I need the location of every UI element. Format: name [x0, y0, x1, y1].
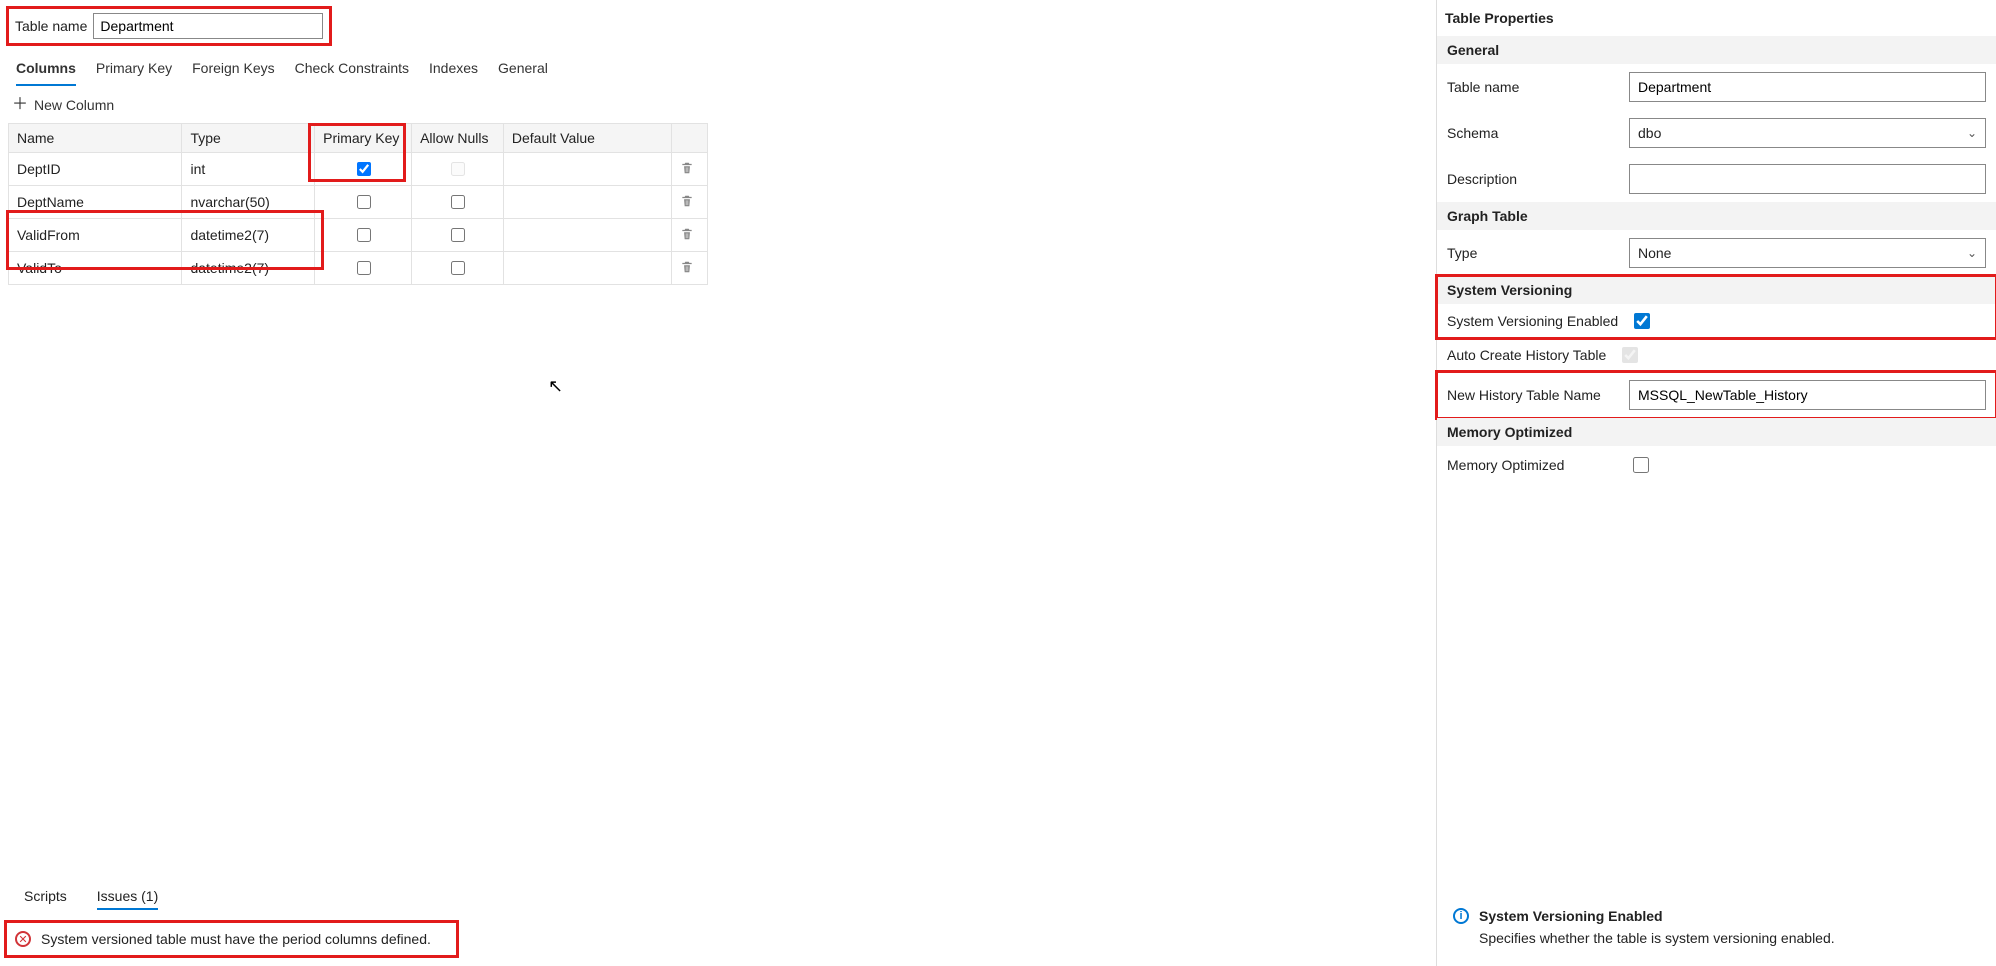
new-column-label: New Column: [34, 97, 114, 113]
prop-select-graph-type[interactable]: None ⌄: [1629, 238, 1986, 268]
cell-pk-checkbox[interactable]: [357, 261, 371, 275]
cell-nulls-checkbox: [451, 162, 465, 176]
prop-select-schema-value: dbo: [1638, 125, 1661, 141]
issue-text: System versioned table must have the per…: [41, 931, 431, 947]
prop-select-graph-type-value: None: [1638, 245, 1671, 261]
delete-row-button[interactable]: [680, 195, 694, 211]
cell-name[interactable]: DeptName: [9, 186, 182, 219]
table-row[interactable]: ValidFromdatetime2(7): [9, 219, 708, 252]
delete-row-button[interactable]: [680, 261, 694, 277]
grid-header-default[interactable]: Default Value: [503, 124, 671, 153]
cell-nulls-checkbox[interactable]: [451, 195, 465, 209]
section-system-versioning: System Versioning: [1437, 276, 1996, 304]
error-icon: ✕: [15, 931, 31, 947]
grid-header-type[interactable]: Type: [182, 124, 315, 153]
section-graph-table: Graph Table: [1437, 202, 1996, 230]
chevron-down-icon: ⌄: [1967, 246, 1977, 260]
designer-tabs: Columns Primary Key Foreign Keys Check C…: [0, 46, 1436, 87]
section-memory-optimized: Memory Optimized: [1437, 418, 1996, 446]
new-column-button[interactable]: ＋ New Column: [0, 87, 124, 123]
cell-type[interactable]: nvarchar(50): [182, 186, 315, 219]
cursor-icon: ↖: [548, 376, 563, 397]
tab-primary-key[interactable]: Primary Key: [96, 60, 172, 86]
cell-default[interactable]: [503, 153, 671, 186]
table-name-highlight: Table name: [6, 6, 332, 46]
table-name-input[interactable]: [93, 13, 323, 39]
table-row[interactable]: DeptNamenvarchar(50): [9, 186, 708, 219]
grid-header-allow-nulls[interactable]: Allow Nulls: [412, 124, 504, 153]
cell-nulls-checkbox[interactable]: [451, 261, 465, 275]
plus-icon: ＋: [12, 97, 28, 113]
tab-indexes[interactable]: Indexes: [429, 60, 478, 86]
cell-type[interactable]: datetime2(7): [182, 219, 315, 252]
tab-check-constraints[interactable]: Check Constraints: [295, 60, 409, 86]
section-general: General: [1437, 36, 1996, 64]
cell-default[interactable]: [503, 252, 671, 285]
tab-general[interactable]: General: [498, 60, 548, 86]
tab-columns[interactable]: Columns: [16, 60, 76, 86]
cell-name[interactable]: ValidFrom: [9, 219, 182, 252]
table-name-label: Table name: [15, 18, 87, 34]
delete-row-button[interactable]: [680, 162, 694, 178]
prop-input-new-history[interactable]: [1629, 380, 1986, 410]
bottom-tabs: Scripts Issues (1): [0, 884, 1436, 916]
columns-grid: Name Type Primary Key Allow Nulls Defaul…: [8, 123, 708, 285]
cell-type[interactable]: datetime2(7): [182, 252, 315, 285]
prop-label-schema: Schema: [1447, 125, 1617, 141]
prop-label-sysver-enabled: System Versioning Enabled: [1447, 313, 1618, 329]
cell-default[interactable]: [503, 219, 671, 252]
prop-label-table-name: Table name: [1447, 79, 1617, 95]
cell-type[interactable]: int: [182, 153, 315, 186]
prop-check-sysver-enabled[interactable]: [1634, 313, 1650, 329]
help-title: System Versioning Enabled: [1479, 908, 1663, 924]
cell-pk-checkbox[interactable]: [357, 162, 371, 176]
cell-name[interactable]: DeptID: [9, 153, 182, 186]
delete-row-button[interactable]: [680, 228, 694, 244]
prop-label-memopt: Memory Optimized: [1447, 457, 1617, 473]
cell-pk-checkbox[interactable]: [357, 195, 371, 209]
tab-scripts[interactable]: Scripts: [24, 884, 67, 910]
grid-header-name[interactable]: Name: [9, 124, 182, 153]
cell-pk-checkbox[interactable]: [357, 228, 371, 242]
prop-label-new-history: New History Table Name: [1447, 387, 1617, 403]
prop-label-description: Description: [1447, 171, 1617, 187]
properties-title: Table Properties: [1437, 0, 1996, 36]
chevron-down-icon: ⌄: [1967, 126, 1977, 140]
prop-select-schema[interactable]: dbo ⌄: [1629, 118, 1986, 148]
cell-default[interactable]: [503, 186, 671, 219]
trash-icon: [680, 162, 694, 178]
cell-nulls-checkbox[interactable]: [451, 228, 465, 242]
issue-row[interactable]: ✕ System versioned table must have the p…: [4, 920, 459, 958]
table-row[interactable]: DeptIDint: [9, 153, 708, 186]
table-row[interactable]: ValidTodatetime2(7): [9, 252, 708, 285]
prop-label-auto-history: Auto Create History Table: [1447, 347, 1606, 363]
grid-header-delete: [672, 124, 708, 153]
grid-header-primary-key[interactable]: Primary Key: [315, 124, 412, 153]
info-icon: i: [1453, 908, 1469, 924]
trash-icon: [680, 261, 694, 277]
prop-check-auto-history: [1622, 347, 1638, 363]
prop-label-graph-type: Type: [1447, 245, 1617, 261]
prop-input-table-name[interactable]: [1629, 72, 1986, 102]
tab-issues[interactable]: Issues (1): [97, 884, 158, 910]
trash-icon: [680, 195, 694, 211]
prop-input-description[interactable]: [1629, 164, 1986, 194]
property-help: i System Versioning Enabled Specifies wh…: [1437, 894, 1996, 966]
prop-check-memopt[interactable]: [1633, 457, 1649, 473]
help-text: Specifies whether the table is system ve…: [1453, 930, 1980, 946]
cell-name[interactable]: ValidTo: [9, 252, 182, 285]
trash-icon: [680, 228, 694, 244]
tab-foreign-keys[interactable]: Foreign Keys: [192, 60, 274, 86]
